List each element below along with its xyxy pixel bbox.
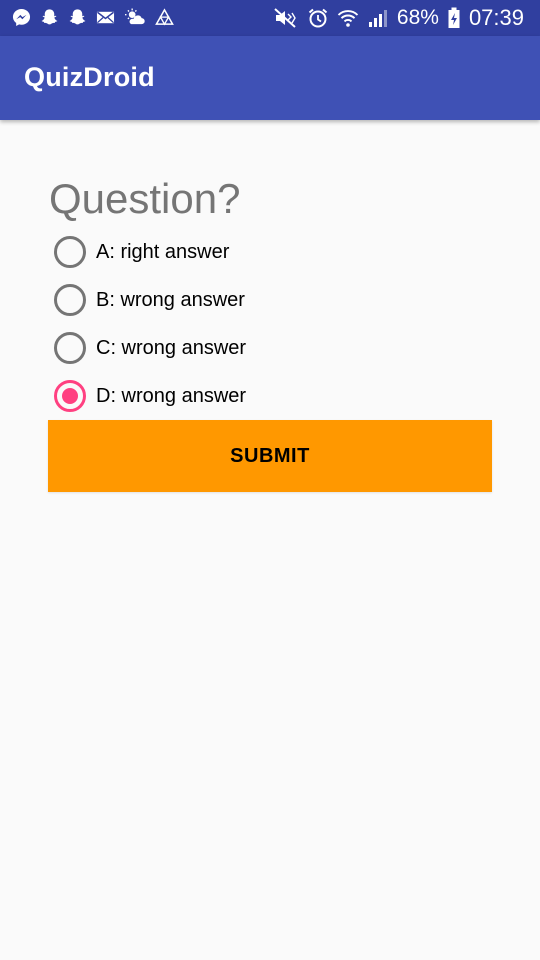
submit-button[interactable]: SUBMIT [48,420,492,492]
system-status-icons: 68% 07:39 [273,4,524,32]
clock: 07:39 [468,5,524,30]
radio-button-d[interactable] [54,380,86,412]
wifi-icon [337,7,359,29]
battery-charging-icon [447,7,461,29]
answer-label-c: C: wrong answer [96,336,247,359]
answer-label-a: A: right answer [96,240,230,263]
radio-button-a[interactable] [54,236,86,268]
notification-icons [12,8,174,27]
radio-button-b[interactable] [54,284,86,316]
answer-option-d[interactable]: D: wrong answer [54,376,474,416]
messenger-icon [12,8,31,27]
app-title: QuizDroid [24,62,155,92]
mute-icon [273,7,299,29]
weather-icon [124,8,146,27]
app-bar: QuizDroid [0,36,540,120]
triangle-app-icon [155,8,174,27]
answer-option-b[interactable]: B: wrong answer [54,280,474,320]
alarm-icon [307,7,329,29]
snapchat-icon [40,8,59,27]
question-text: Question? [49,175,241,222]
answer-option-c[interactable]: C: wrong answer [54,328,474,368]
answer-label-b: B: wrong answer [96,288,245,311]
answer-label-d: D: wrong answer [96,384,247,407]
answer-option-a[interactable]: A: right answer [54,232,474,272]
radio-selected-dot [62,388,78,404]
signal-icon [367,7,389,29]
battery-percentage: 68% [396,6,439,29]
radio-button-c[interactable] [54,332,86,364]
email-icon [96,8,115,27]
snapchat-icon [68,8,87,27]
status-bar: 68% 07:39 [0,0,540,36]
